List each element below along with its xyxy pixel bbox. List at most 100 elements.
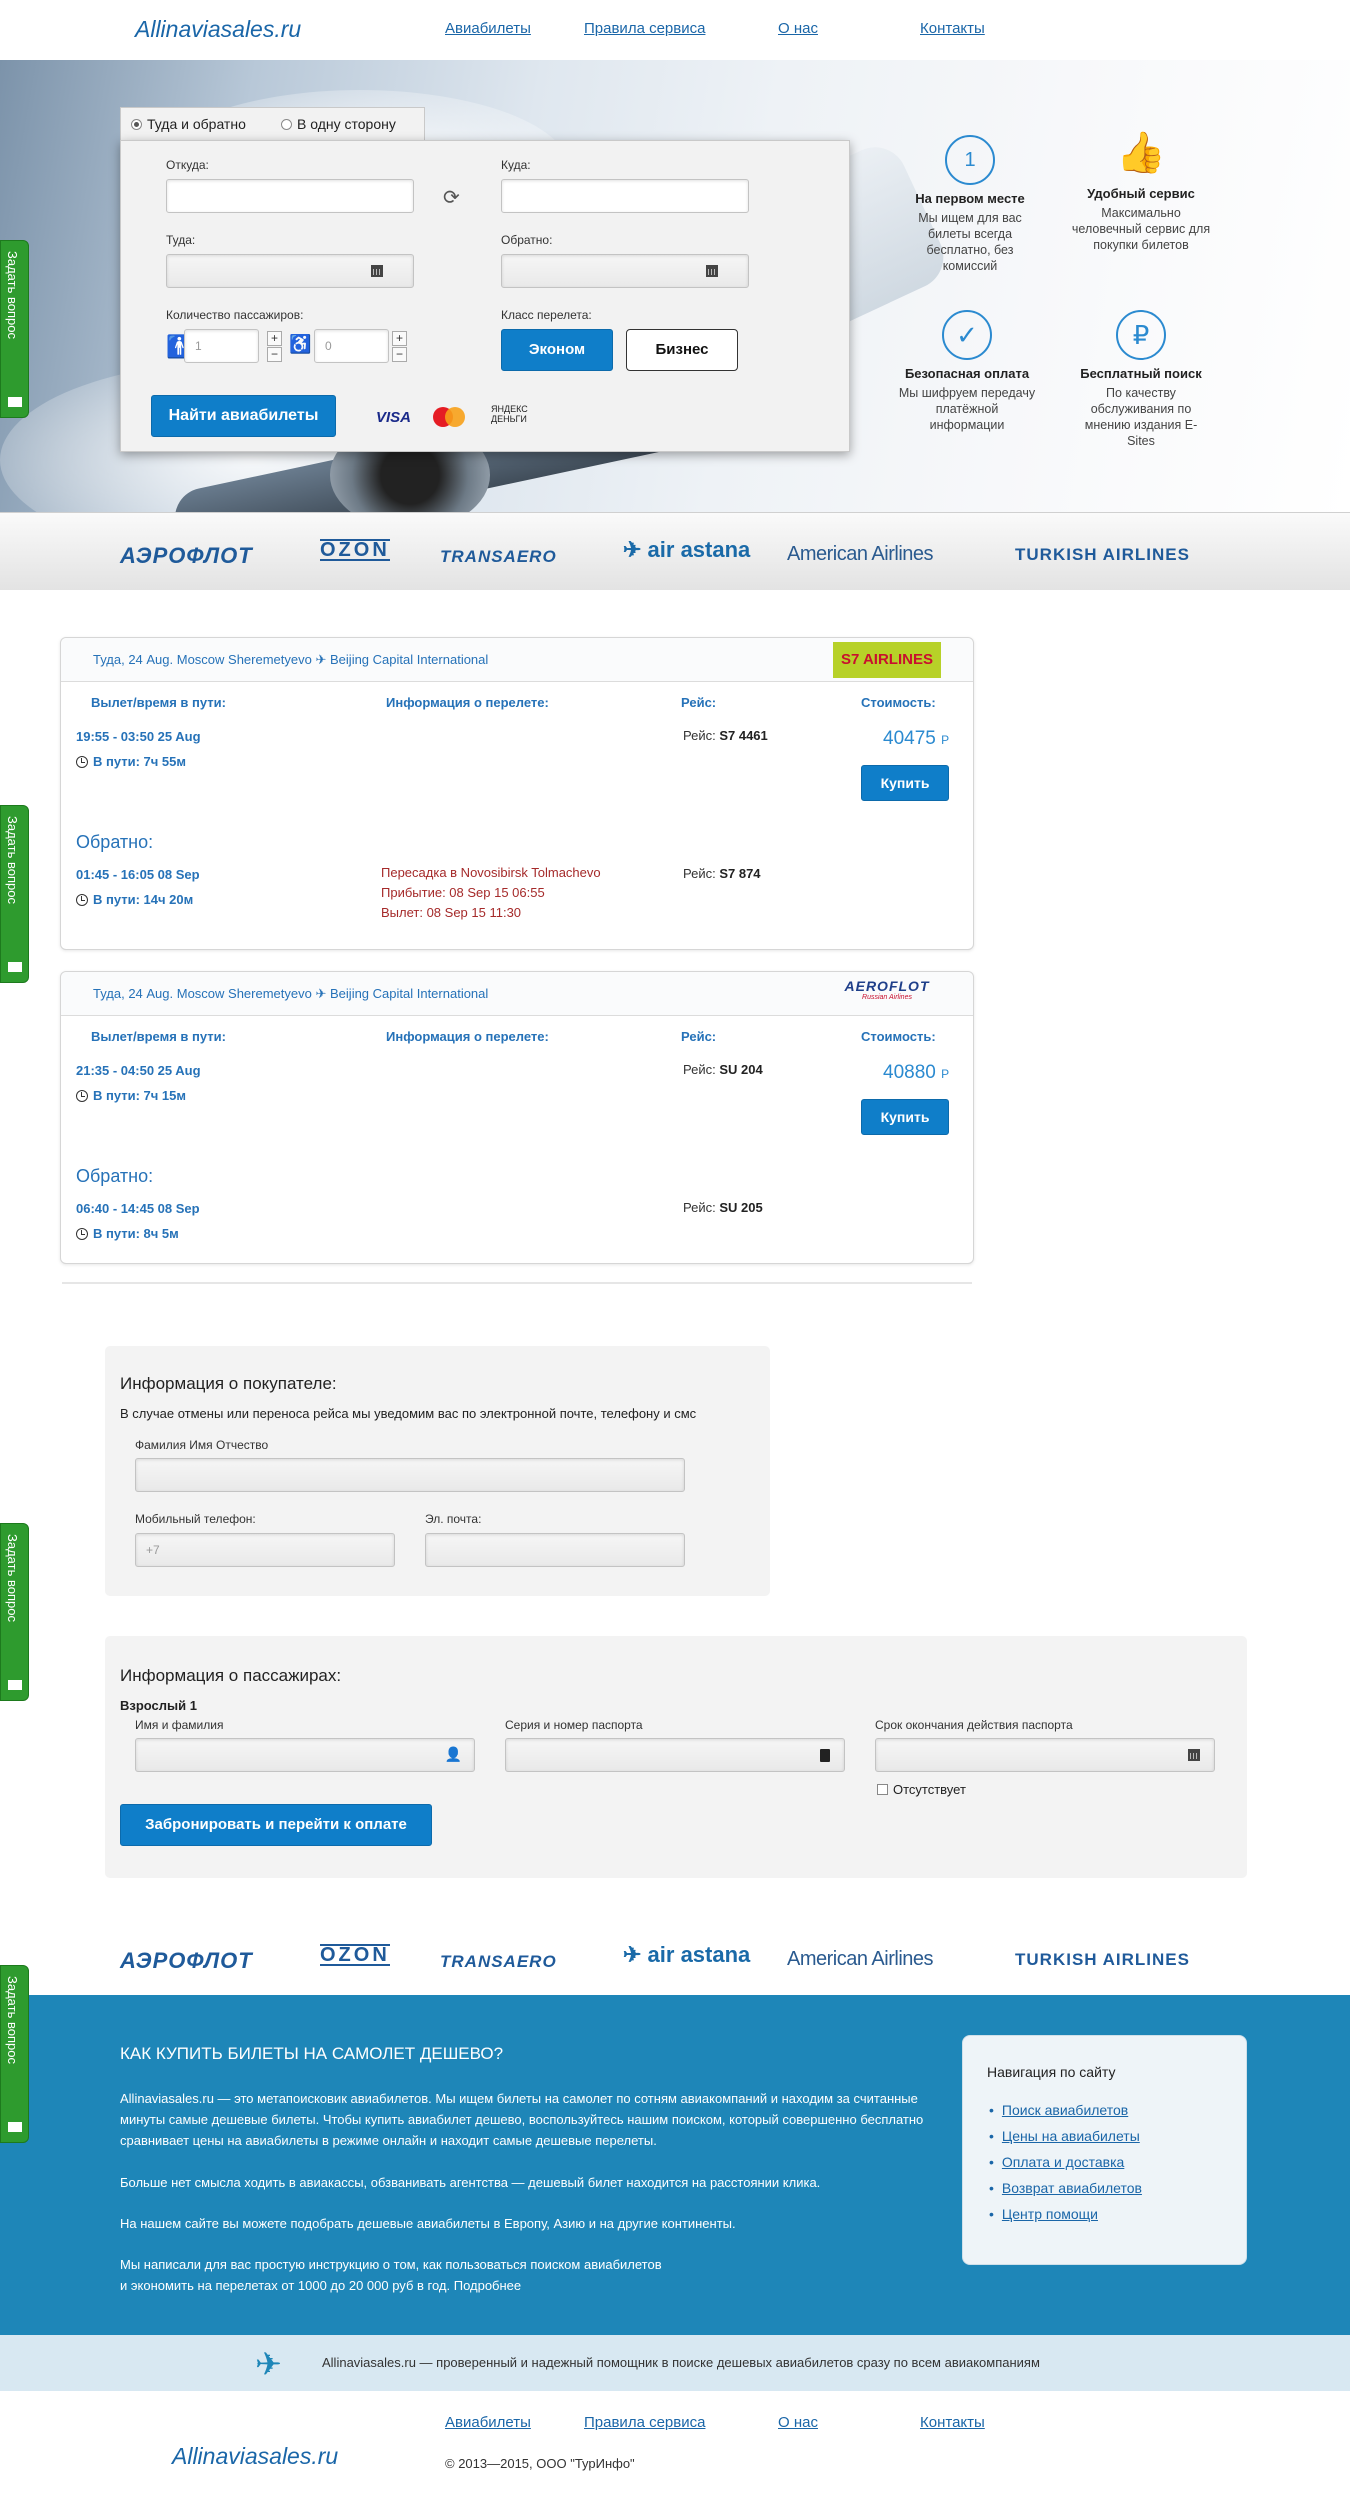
nav-item-help[interactable]: Центр помощи [989,2206,1142,2222]
ask-question-label: Задать вопрос [5,1976,20,2064]
currency-symbol: Р [941,733,950,747]
envelope-icon [8,2122,22,2132]
nav-link-tickets[interactable]: Авиабилеты [445,20,531,37]
thumbs-up-icon: 👍 [1116,131,1166,175]
buy-button[interactable]: Купить [861,1099,949,1135]
transaero-logo: TRANSAERO [440,1952,557,1971]
site-logo[interactable]: Allinaviasales.ru [135,16,301,43]
col-header-flight: Рейс: [681,695,717,710]
clock-icon [76,1228,88,1240]
economy-class-button[interactable]: Эконом [501,329,613,371]
book-and-pay-button[interactable]: Забронировать и перейти к оплате [120,1804,432,1846]
envelope-icon [8,1680,22,1690]
calendar-icon[interactable] [1188,1749,1200,1761]
air-astana-label: air astana [647,1942,751,1967]
nav-item-refund[interactable]: Возврат авиабилетов [989,2180,1142,2196]
nav-item-search[interactable]: Поиск авиабилетов [989,2102,1142,2118]
business-class-button[interactable]: Бизнес [626,329,738,371]
ruble-icon: ₽ [1116,310,1166,360]
return-duration-text: В пути: 8ч 5м [93,1226,179,1241]
flight-label: Рейс: [683,1200,716,1215]
nav-item-prices[interactable]: Цены на авиабилеты [989,2128,1142,2144]
return-time: 01:45 - 16:05 08 Sep [76,867,200,882]
col-header-info: Информация о перелете: [386,695,549,710]
expiry-absent-checkbox[interactable] [877,1784,888,1795]
tab-roundtrip[interactable]: Туда и обратно [131,116,246,132]
search-submit-button[interactable]: Найти авиабилеты [151,395,336,437]
children-minus-button[interactable]: − [392,347,407,362]
buyer-name-input[interactable] [135,1458,685,1492]
buyer-phone-input[interactable]: +7 [135,1533,395,1567]
passengers-label: Количество пассажиров: [166,308,304,322]
tab-oneway[interactable]: В одну сторону [281,116,396,132]
return-date-input[interactable] [501,254,749,288]
ask-question-tab[interactable]: Задать вопрос [0,805,29,983]
expiry-absent-label: Отсутствует [893,1782,966,1797]
adults-value: 1 [195,339,202,353]
ask-question-tab[interactable]: Задать вопрос [0,240,29,418]
expiry-absent-checkbox-row[interactable]: Отсутствует [877,1782,966,1797]
outbound-time: 19:55 - 03:50 25 Aug [76,729,201,744]
route-destination: Beijing Capital International [330,652,489,667]
class-label: Класс перелета: [501,308,592,322]
adults-minus-button[interactable]: − [267,347,282,362]
results-divider [62,1282,972,1284]
footer-nav-tickets[interactable]: Авиабилеты [445,2414,531,2431]
price-value: 40475 [883,728,936,749]
buyer-info-title: Информация о покупателе: [120,1374,337,1393]
calendar-icon[interactable] [371,265,383,277]
clock-icon [76,1090,88,1102]
price: 40475 Р [883,728,949,750]
passport-label: Серия и номер паспорта [505,1718,643,1732]
search-form: Откуда: ⟳ Куда: Туда: Обратно: Количеств… [120,140,850,452]
children-input[interactable]: 0 [314,329,389,363]
ask-question-label: Задать вопрос [5,251,20,339]
nav-link-contacts[interactable]: Контакты [920,20,985,37]
buyer-email-input[interactable] [425,1533,685,1567]
footer-paragraph[interactable]: и экономить на перелетах от 1000 до 20 0… [120,2275,950,2296]
depart-date-input[interactable] [166,254,414,288]
radio-roundtrip[interactable] [131,119,142,130]
person-icon: 👤 [444,1746,462,1762]
calendar-icon[interactable] [706,265,718,277]
feature-secure-payment: ✓ Безопасная оплата Мы шифруем передачу … [897,310,1037,433]
passport-expiry-input[interactable] [875,1738,1215,1772]
return-duration: В пути: 14ч 20м [76,892,193,907]
passport-icon [820,1749,830,1762]
checkmark-icon: ✓ [942,310,992,360]
adults-input[interactable]: 1 [184,329,259,363]
passenger-name-input[interactable]: 👤 [135,1738,475,1772]
plane-icon: ✈ [315,986,327,1001]
from-input[interactable] [166,179,414,213]
route-label: Туда, 24 Aug. Moscow Sheremetyevo ✈ Beij… [93,652,488,668]
footer-paragraph: На нашем сайте вы можете подобрать дешев… [120,2216,736,2231]
depart-label: Туда: [166,233,196,247]
nav-link-rules[interactable]: Правила сервиса [584,20,705,37]
site-navigation-box: Навигация по сайту Поиск авиабилетов Цен… [962,2035,1247,2265]
return-time: 06:40 - 14:45 08 Sep [76,1201,200,1216]
swap-icon[interactable]: ⟳ [443,185,460,210]
passport-input[interactable] [505,1738,845,1772]
feature-title: Удобный сервис [1087,186,1195,201]
to-input[interactable] [501,179,749,213]
mastercard-logo [433,407,465,427]
footer-nav-rules[interactable]: Правила сервиса [584,2414,705,2431]
footer-nav-about[interactable]: О нас [778,2414,818,2431]
footer-logo[interactable]: Allinaviasales.ru [172,2443,338,2470]
ask-question-tab[interactable]: Задать вопрос [0,1965,29,2143]
children-plus-button[interactable]: + [392,331,407,346]
nav-link-about[interactable]: О нас [778,20,818,37]
tab-roundtrip-label: Туда и обратно [147,116,246,132]
ask-question-tab[interactable]: Задать вопрос [0,1523,29,1701]
radio-oneway[interactable] [281,119,292,130]
footer-paragraph: Allinaviasales.ru — это метапоисковик ав… [120,2091,924,2148]
outbound-duration: В пути: 7ч 15м [76,1088,186,1103]
buy-button[interactable]: Купить [861,765,949,801]
adults-plus-button[interactable]: + [267,331,282,346]
turkish-airlines-logo: TURKISH AIRLINES [1015,1950,1190,1969]
aeroflot-logo: АЭРОФЛОТ [120,543,253,568]
footer-nav-contacts[interactable]: Контакты [920,2414,985,2431]
nav-item-payment[interactable]: Оплата и доставка [989,2154,1142,2170]
route-origin: Туда, 24 Aug. Moscow Sheremetyevo [93,986,312,1001]
air-astana-logo: ✈ air astana [623,1942,751,1967]
